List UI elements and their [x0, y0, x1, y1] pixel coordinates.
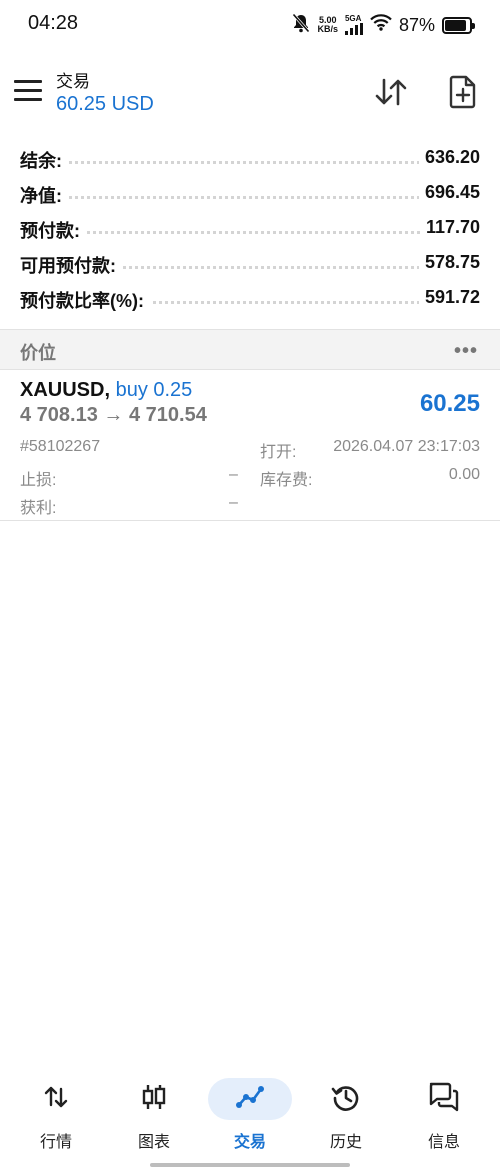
swap-label: 库存费: [260, 472, 313, 489]
take-profit-value: – [229, 494, 238, 511]
summary-row-free-margin: 可用预付款: 578.75 [0, 247, 500, 282]
quotes-icon [43, 1085, 69, 1114]
wifi-icon [370, 14, 392, 36]
menu-icon[interactable] [14, 76, 42, 104]
nav-quotes[interactable]: 行情 [8, 1074, 104, 1154]
summary-row-equity: 净值: 696.45 [0, 177, 500, 212]
nav-messages[interactable]: 信息 [396, 1074, 492, 1154]
stop-loss-label: 止损: [20, 472, 57, 489]
summary-label: 结余: [20, 147, 68, 173]
nav-chart[interactable]: 图表 [106, 1074, 202, 1154]
take-profit-label: 获利: [20, 500, 57, 517]
speed-unit: KB/s [317, 24, 338, 34]
summary-row-balance: 结余: 636.20 [0, 142, 500, 177]
nav-label: 历史 [329, 1134, 362, 1151]
summary-label: 可用预付款: [20, 252, 122, 278]
position-side: buy 0.25 [115, 379, 193, 401]
nav-label: 信息 [427, 1134, 460, 1151]
summary-row-margin: 预付款: 117.70 [0, 212, 500, 247]
summary-value: 636.20 [418, 147, 480, 168]
app-header: 交易 60.25 USD [0, 60, 500, 124]
chart-icon [141, 1083, 167, 1116]
open-time: 2026.04.07 23:17:03 [333, 438, 480, 455]
summary-value: 117.70 [419, 217, 480, 238]
nav-trade[interactable]: 交易 [202, 1074, 298, 1154]
summary-value: 591.72 [418, 287, 480, 308]
summary-label: 预付款: [20, 217, 86, 243]
home-indicator[interactable] [150, 1163, 350, 1167]
position-ticket: #58102267 [20, 438, 101, 455]
position-profit: 60.25 [419, 390, 480, 417]
swap-value: 0.00 [448, 466, 480, 483]
battery-percent: 87% [398, 14, 435, 35]
network-speed: 5.00 KB/s [317, 16, 338, 34]
nav-label: 交易 [233, 1134, 266, 1151]
history-icon [331, 1082, 361, 1117]
more-options-icon[interactable]: ••• [454, 340, 478, 363]
account-summary: 结余: 636.20 净值: 696.45 预付款: 117.70 可用预付款:… [0, 142, 500, 317]
header-balance: 60.25 USD [56, 93, 154, 115]
position-row[interactable]: XAUUSD, buy 0.25 4 708.13 → 4 710.54 60.… [0, 370, 500, 521]
status-time: 04:28 [28, 12, 79, 34]
position-title: XAUUSD, buy 0.25 [20, 379, 192, 402]
nav-label: 图表 [137, 1134, 170, 1151]
new-order-icon[interactable] [443, 72, 483, 112]
summary-value: 696.45 [418, 182, 480, 203]
section-title: 价位 [20, 343, 56, 363]
signal-icon: 5GA [344, 14, 363, 35]
messages-icon [427, 1081, 461, 1118]
summary-label: 预付款比率(%): [20, 287, 150, 313]
status-icons: 5.00 KB/s 5GA 87% [292, 12, 475, 38]
status-bar: 04:28 5.00 KB/s 5GA 87% [0, 0, 500, 50]
network-type: 5GA [344, 14, 362, 23]
mute-bell-icon [292, 13, 311, 38]
trade-icon [235, 1085, 265, 1114]
open-label: 打开: [260, 444, 297, 461]
sort-icon[interactable] [371, 72, 411, 112]
summary-value: 578.75 [418, 252, 480, 273]
positions-section-header: 价位 ••• [0, 329, 500, 370]
battery-icon [442, 16, 475, 34]
stop-loss-value: – [229, 466, 238, 483]
summary-row-margin-level: 预付款比率(%): 591.72 [0, 282, 500, 317]
bottom-nav: 行情 图表 交易 历史 信息 [0, 1074, 500, 1172]
nav-history[interactable]: 历史 [298, 1074, 394, 1154]
nav-label: 行情 [39, 1134, 72, 1151]
summary-label: 净值: [20, 182, 68, 208]
position-prices: 4 708.13 → 4 710.54 [20, 404, 207, 426]
page-title: 交易 [56, 72, 90, 91]
position-symbol: XAUUSD, [20, 379, 111, 401]
